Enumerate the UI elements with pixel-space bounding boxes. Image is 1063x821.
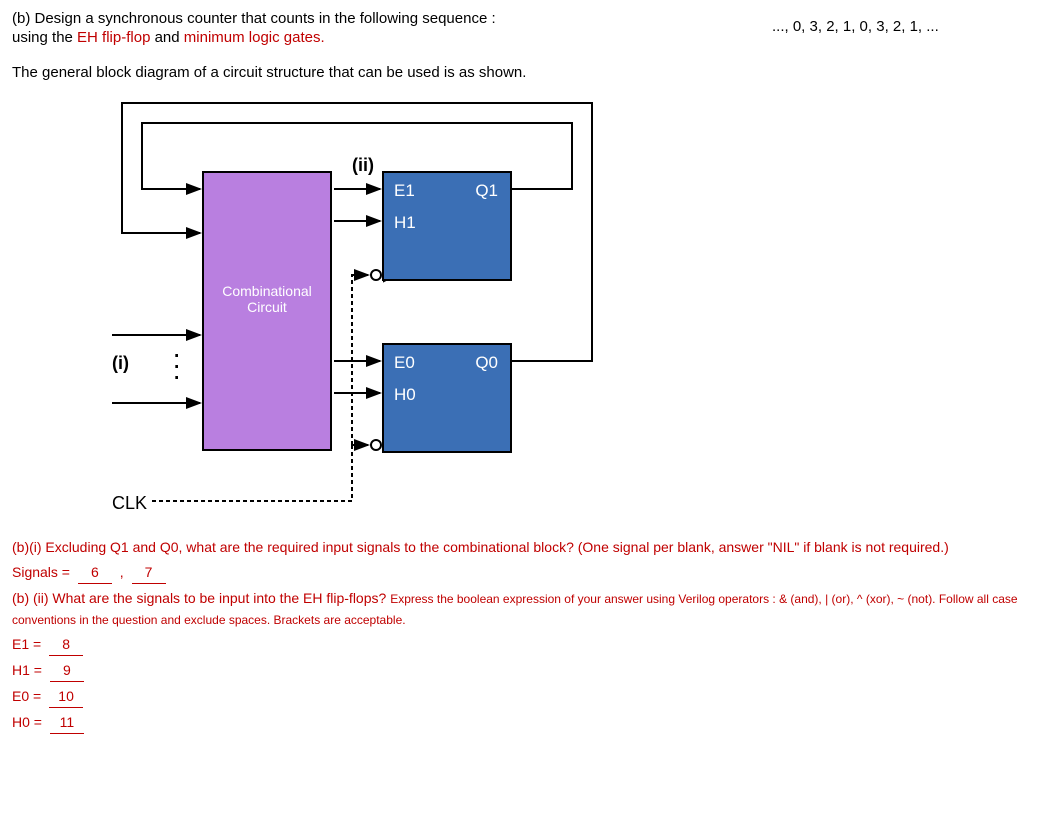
ff0-e-label: E0 (394, 353, 415, 373)
label-clk: CLK (112, 493, 147, 514)
ff1-q-label: Q1 (475, 181, 498, 201)
blank-7[interactable]: 7 (132, 562, 166, 584)
flipflop-0: E0 H0 Q0 (382, 343, 512, 453)
combinational-label: Combinational Circuit (222, 283, 312, 315)
e1-line: E1 = 8 (12, 634, 1051, 656)
using-the: using the (12, 29, 77, 46)
combinational-block: Combinational Circuit (202, 171, 332, 451)
blank-8[interactable]: 8 (49, 634, 83, 656)
e0-label: E0 = (12, 688, 45, 704)
comma: , (120, 564, 124, 580)
min-logic-text: minimum logic gates. (184, 29, 325, 46)
label-i: (i) (112, 353, 129, 374)
eh-flipflop-text: EH flip-flop (77, 29, 150, 46)
part-label: (b) (12, 10, 30, 27)
ellipsis-dots: ··· (172, 348, 183, 382)
and-text: and (150, 29, 183, 46)
signals-line: Signals = 6 , 7 (12, 562, 1051, 584)
e1-label: E1 = (12, 636, 45, 652)
intro-text: The general block diagram of a circuit s… (12, 64, 1051, 81)
h0-label: H0 = (12, 714, 46, 730)
question-bi: (b)(i) Excluding Q1 and Q0, what are the… (12, 537, 1051, 558)
blank-9[interactable]: 9 (50, 660, 84, 682)
count-sequence: ..., 0, 3, 2, 1, 0, 3, 2, 1, ... (772, 18, 939, 35)
bii-text-1: (b) (ii) What are the signals to be inpu… (12, 590, 390, 606)
label-ii: (ii) (352, 155, 374, 176)
block-diagram: Combinational Circuit E1 H1 Q1 E0 H0 Q0 … (72, 93, 672, 513)
blank-6[interactable]: 6 (78, 562, 112, 584)
sub-questions: (b)(i) Excluding Q1 and Q0, what are the… (12, 537, 1051, 734)
flipflop-1: E1 H1 Q1 (382, 171, 512, 281)
q-text-1: Design a synchronous counter that counts… (30, 10, 495, 27)
ff0-q-label: Q0 (475, 353, 498, 373)
h1-line: H1 = 9 (12, 660, 1051, 682)
h1-label: H1 = (12, 662, 46, 678)
ff1-h-label: H1 (394, 213, 416, 233)
blank-10[interactable]: 10 (49, 686, 83, 708)
blank-11[interactable]: 11 (50, 712, 84, 734)
signals-label: Signals = (12, 564, 74, 580)
ff0-h-label: H0 (394, 385, 416, 405)
e0-line: E0 = 10 (12, 686, 1051, 708)
question-bii: (b) (ii) What are the signals to be inpu… (12, 588, 1051, 630)
h0-line: H0 = 11 (12, 712, 1051, 734)
ff1-e-label: E1 (394, 181, 415, 201)
